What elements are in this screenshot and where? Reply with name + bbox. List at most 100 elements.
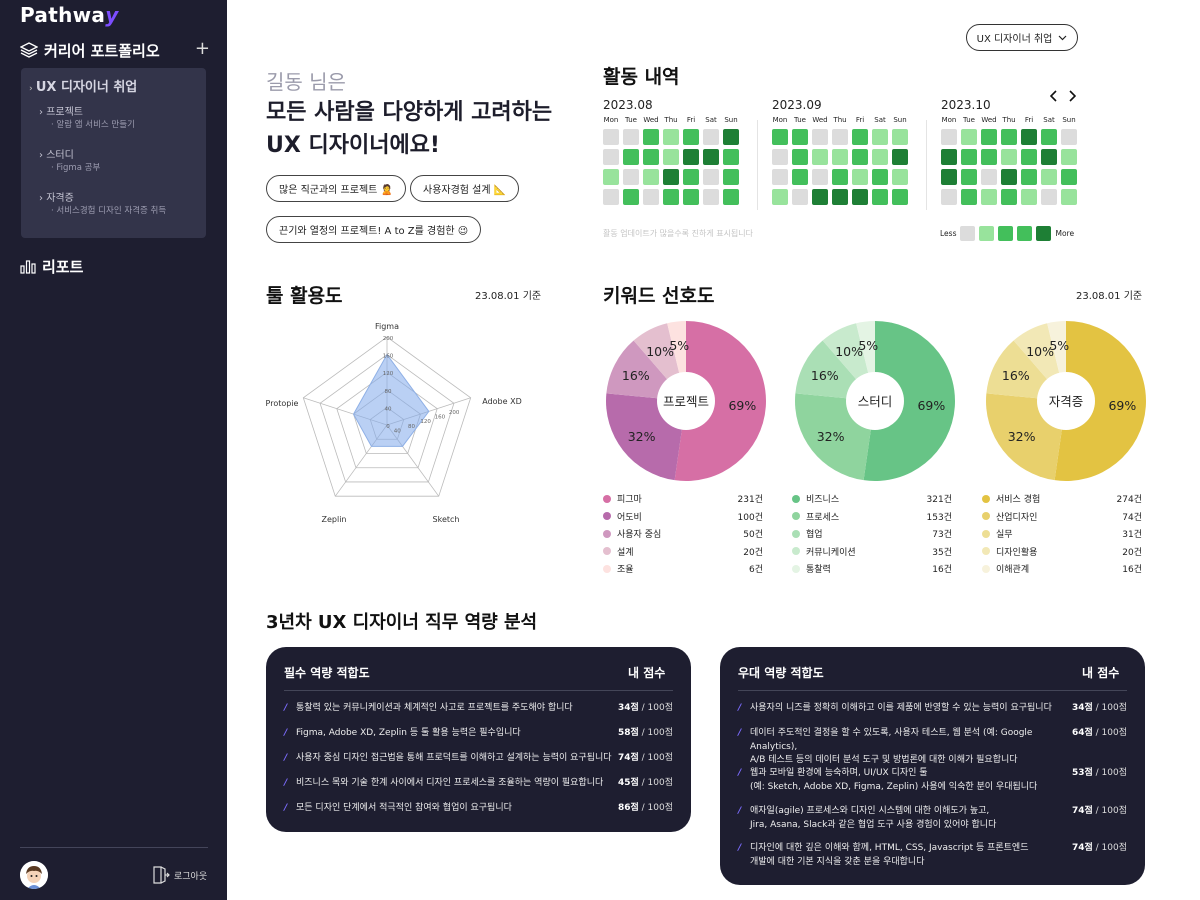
activity-cell[interactable] bbox=[1041, 169, 1057, 185]
activity-cell[interactable] bbox=[892, 189, 908, 205]
logout-button[interactable]: 로그아웃 bbox=[152, 866, 207, 884]
activity-cell[interactable] bbox=[703, 189, 719, 205]
add-button[interactable]: + bbox=[195, 38, 210, 59]
activity-cell[interactable] bbox=[1001, 149, 1017, 165]
activity-cell[interactable] bbox=[623, 189, 639, 205]
activity-cell[interactable] bbox=[1041, 149, 1057, 165]
activity-cell[interactable] bbox=[892, 169, 908, 185]
activity-cell[interactable] bbox=[892, 149, 908, 165]
activity-cell[interactable] bbox=[1021, 189, 1037, 205]
activity-cell[interactable] bbox=[812, 129, 828, 145]
activity-cell[interactable] bbox=[852, 169, 868, 185]
profile-tag[interactable]: 끈기와 열정의 프로젝트! A to Z를 경험한 😉 bbox=[266, 216, 482, 243]
activity-cell[interactable] bbox=[832, 149, 848, 165]
activity-cell[interactable] bbox=[941, 129, 957, 145]
activity-cell[interactable] bbox=[941, 169, 957, 185]
activity-cell[interactable] bbox=[683, 169, 699, 185]
activity-cell[interactable] bbox=[723, 149, 739, 165]
activity-cell[interactable] bbox=[941, 189, 957, 205]
activity-cell[interactable] bbox=[981, 129, 997, 145]
activity-cell[interactable] bbox=[1001, 129, 1017, 145]
activity-cell[interactable] bbox=[723, 129, 739, 145]
activity-cell[interactable] bbox=[1061, 169, 1077, 185]
activity-cell[interactable] bbox=[892, 129, 908, 145]
activity-cell[interactable] bbox=[981, 189, 997, 205]
activity-cell[interactable] bbox=[981, 149, 997, 165]
activity-cell[interactable] bbox=[623, 169, 639, 185]
profile-tag[interactable]: 많은 직군과의 프로젝트 🙎 bbox=[266, 175, 406, 202]
activity-cell[interactable] bbox=[812, 149, 828, 165]
activity-cell[interactable] bbox=[772, 169, 788, 185]
activity-cell[interactable] bbox=[623, 129, 639, 145]
activity-cell[interactable] bbox=[772, 129, 788, 145]
profile-tag[interactable]: 사용자경험 설계 📐 bbox=[410, 175, 520, 202]
activity-cell[interactable] bbox=[643, 129, 659, 145]
activity-cell[interactable] bbox=[683, 189, 699, 205]
activity-cell[interactable] bbox=[961, 149, 977, 165]
activity-cell[interactable] bbox=[872, 129, 888, 145]
activity-cell[interactable] bbox=[981, 169, 997, 185]
activity-cell[interactable] bbox=[1021, 149, 1037, 165]
activity-cell[interactable] bbox=[683, 129, 699, 145]
activity-cell[interactable] bbox=[643, 169, 659, 185]
folder-ux-designer[interactable]: › UX 디자이너 취업 › 프로젝트 · 알람 앱 서비스 만들기 › 스터디… bbox=[21, 68, 206, 238]
brand-logo[interactable]: Pathway bbox=[20, 3, 119, 27]
activity-cell[interactable] bbox=[1061, 149, 1077, 165]
sidebar-item-report[interactable]: 리포트 bbox=[20, 256, 83, 277]
activity-cell[interactable] bbox=[812, 189, 828, 205]
folder-title[interactable]: › UX 디자이너 취업 bbox=[29, 76, 206, 98]
activity-cell[interactable] bbox=[1061, 129, 1077, 145]
activity-cell[interactable] bbox=[792, 149, 808, 165]
activity-cell[interactable] bbox=[703, 149, 719, 165]
sidebar-item-project[interactable]: · 알람 앱 서비스 만들기 bbox=[51, 118, 206, 132]
activity-cell[interactable] bbox=[961, 169, 977, 185]
activity-cell[interactable] bbox=[772, 149, 788, 165]
sidebar-item-cert[interactable]: · 서비스경험 디자인 자격증 취득 bbox=[51, 204, 206, 218]
activity-cell[interactable] bbox=[792, 189, 808, 205]
activity-cell[interactable] bbox=[603, 149, 619, 165]
portfolio-select[interactable]: UX 디자이너 취업 bbox=[966, 24, 1078, 51]
activity-cell[interactable] bbox=[832, 189, 848, 205]
sidebar-section-project[interactable]: › 프로젝트 bbox=[39, 103, 206, 118]
portfolio-header[interactable]: 커리어 포트폴리오 + bbox=[20, 38, 210, 62]
activity-cell[interactable] bbox=[852, 129, 868, 145]
activity-cell[interactable] bbox=[961, 189, 977, 205]
activity-cell[interactable] bbox=[1001, 189, 1017, 205]
activity-cell[interactable] bbox=[663, 189, 679, 205]
activity-cell[interactable] bbox=[1041, 189, 1057, 205]
activity-cell[interactable] bbox=[703, 129, 719, 145]
activity-cell[interactable] bbox=[623, 149, 639, 165]
activity-cell[interactable] bbox=[603, 129, 619, 145]
activity-cell[interactable] bbox=[1021, 129, 1037, 145]
activity-cell[interactable] bbox=[852, 149, 868, 165]
activity-cell[interactable] bbox=[663, 169, 679, 185]
activity-cell[interactable] bbox=[723, 169, 739, 185]
activity-cell[interactable] bbox=[772, 189, 788, 205]
activity-cell[interactable] bbox=[603, 189, 619, 205]
activity-cell[interactable] bbox=[603, 169, 619, 185]
activity-cell[interactable] bbox=[872, 149, 888, 165]
activity-cell[interactable] bbox=[663, 149, 679, 165]
activity-cell[interactable] bbox=[872, 169, 888, 185]
activity-cell[interactable] bbox=[723, 189, 739, 205]
activity-cell[interactable] bbox=[683, 149, 699, 165]
activity-cell[interactable] bbox=[941, 149, 957, 165]
activity-cell[interactable] bbox=[872, 189, 888, 205]
activity-cell[interactable] bbox=[832, 129, 848, 145]
activity-cell[interactable] bbox=[792, 129, 808, 145]
sidebar-item-study[interactable]: · Figma 공부 bbox=[51, 161, 206, 175]
activity-cell[interactable] bbox=[792, 169, 808, 185]
activity-cell[interactable] bbox=[643, 149, 659, 165]
activity-cell[interactable] bbox=[1021, 169, 1037, 185]
activity-cell[interactable] bbox=[663, 129, 679, 145]
activity-cell[interactable] bbox=[643, 189, 659, 205]
avatar[interactable] bbox=[20, 861, 48, 889]
activity-cell[interactable] bbox=[852, 189, 868, 205]
activity-cell[interactable] bbox=[961, 129, 977, 145]
activity-cell[interactable] bbox=[1061, 189, 1077, 205]
activity-cell[interactable] bbox=[1041, 129, 1057, 145]
sidebar-section-study[interactable]: › 스터디 bbox=[39, 146, 206, 161]
activity-cell[interactable] bbox=[812, 169, 828, 185]
sidebar-section-cert[interactable]: › 자격증 bbox=[39, 189, 206, 204]
activity-cell[interactable] bbox=[703, 169, 719, 185]
